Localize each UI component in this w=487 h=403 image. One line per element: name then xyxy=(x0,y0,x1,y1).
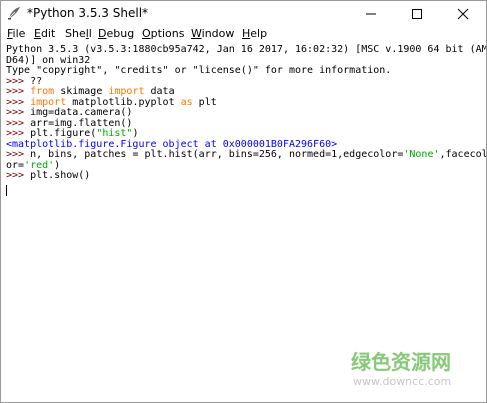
menu-file[interactable]: File xyxy=(7,26,25,42)
minimize-icon xyxy=(366,13,376,15)
prompt: >>> xyxy=(6,117,31,129)
shell-lines: Python 3.5.3 (v3.5.3:1880cb95a742, Jan 1… xyxy=(6,44,487,182)
menu-window[interactable]: Window xyxy=(191,26,234,42)
minimize-button[interactable] xyxy=(348,1,394,25)
prompt: >>> xyxy=(6,86,31,97)
menu-shell[interactable]: Shell xyxy=(65,26,92,42)
watermark-url: www.downcc.com xyxy=(353,375,452,388)
python-feather-icon xyxy=(6,5,22,21)
banner-line: Type "copyright", "credits" or "license(… xyxy=(6,65,392,76)
text-cursor xyxy=(6,185,7,196)
input-line: >>> n, bins, patches = plt.hist(arr, bin… xyxy=(6,149,487,160)
maximize-button[interactable] xyxy=(394,1,440,25)
close-icon xyxy=(457,8,469,20)
shell-text-area[interactable]: Python 3.5.3 (v3.5.3:1880cb95a742, Jan 1… xyxy=(1,43,486,402)
input-line: >>> plt.show() xyxy=(6,170,91,181)
prompt: >>> xyxy=(6,96,31,108)
prompt: >>> xyxy=(6,170,31,181)
title-bar[interactable]: *Python 3.5.3 Shell* xyxy=(1,1,486,25)
menu-help[interactable]: Help xyxy=(242,26,267,42)
menu-options[interactable]: Options xyxy=(142,26,184,42)
maximize-icon xyxy=(412,9,422,19)
window-title: *Python 3.5.3 Shell* xyxy=(27,6,149,20)
idle-shell-window: *Python 3.5.3 Shell* File Edit Shell Deb… xyxy=(0,0,487,403)
watermark-logo: 绿色资源网 xyxy=(351,350,451,374)
menu-edit[interactable]: Edit xyxy=(34,26,55,42)
banner-line: Python 3.5.3 (v3.5.3:1880cb95a742, Jan 1… xyxy=(6,44,487,55)
prompt: >>> xyxy=(6,107,31,118)
prompt: >>> xyxy=(6,149,31,160)
input-line: >>> plt.figure("hist") xyxy=(6,128,139,139)
close-button[interactable] xyxy=(440,1,486,25)
prompt: >>> xyxy=(6,128,31,139)
menu-bar: File Edit Shell Debug Options Window Hel… xyxy=(1,26,486,42)
prompt: >>> xyxy=(6,75,31,87)
menu-debug[interactable]: Debug xyxy=(98,26,134,42)
